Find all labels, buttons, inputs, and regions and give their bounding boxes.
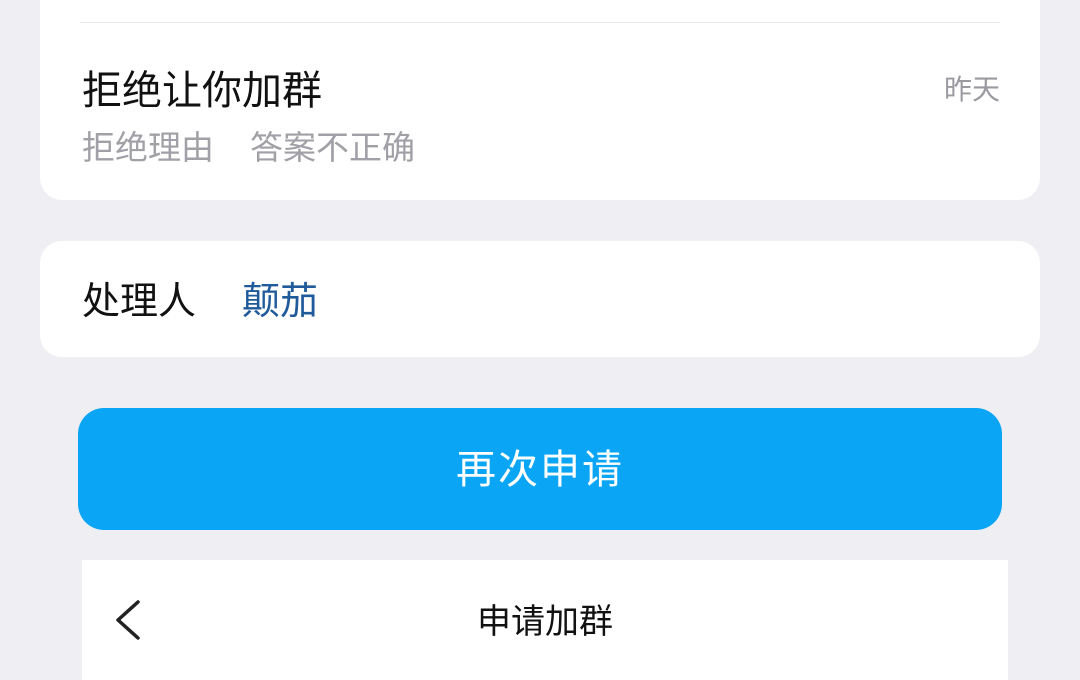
handler-label: 处理人 — [82, 279, 197, 323]
handler-card: 处理人 颠茄 — [40, 241, 1040, 357]
status-title: 拒绝让你加群 — [82, 68, 322, 114]
nav-title: 申请加群 — [477, 602, 613, 642]
reason-value: 答案不正确 — [250, 128, 415, 167]
divider — [80, 22, 1000, 23]
reason-label: 拒绝理由 — [82, 128, 214, 167]
reason-row: 拒绝理由 答案不正确 — [82, 126, 415, 170]
handler-name-link[interactable]: 颠茄 — [242, 277, 318, 325]
status-time: 昨天 — [943, 73, 1000, 106]
reapply-button[interactable]: 再次申请 — [78, 408, 1002, 530]
request-status-card: 拒绝让你加群 昨天 拒绝理由 答案不正确 — [40, 0, 1040, 200]
nav-bar: 申请加群 — [82, 560, 1008, 680]
